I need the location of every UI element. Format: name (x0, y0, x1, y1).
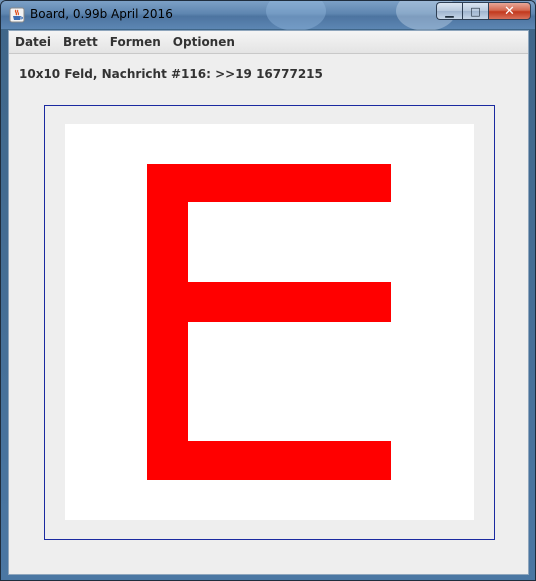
title-bar[interactable]: Board, 0.99b April 2016 ▁ □ ✕ (1, 1, 535, 31)
menu-bar: Datei Brett Formen Optionen (9, 31, 528, 54)
close-button[interactable]: ✕ (488, 2, 531, 20)
status-message: 10x10 Feld, Nachricht #116: >>19 1677721… (19, 67, 323, 81)
java-cup-icon (9, 7, 25, 23)
menu-optionen[interactable]: Optionen (167, 31, 241, 53)
menu-datei[interactable]: Datei (9, 31, 57, 53)
app-window: Board, 0.99b April 2016 ▁ □ ✕ Datei Bret… (0, 0, 536, 581)
window-title: Board, 0.99b April 2016 (30, 7, 173, 21)
menu-formen[interactable]: Formen (104, 31, 167, 53)
board-frame (44, 105, 495, 540)
window-controls: ▁ □ ✕ (436, 2, 531, 21)
maximize-icon: □ (470, 4, 481, 18)
titlebar-glow (266, 1, 326, 31)
menu-brett[interactable]: Brett (57, 31, 104, 53)
minimize-icon: ▁ (445, 4, 454, 18)
minimize-button[interactable]: ▁ (436, 2, 462, 20)
letter-e-stem (147, 164, 188, 480)
board-canvas[interactable] (65, 124, 474, 520)
close-icon: ✕ (504, 3, 515, 19)
client-area: Datei Brett Formen Optionen 10x10 Feld, … (8, 30, 529, 575)
letter-e-bottom-bar (147, 441, 391, 480)
maximize-button[interactable]: □ (462, 2, 488, 20)
letter-e-middle-bar (147, 282, 391, 322)
letter-e-top-bar (147, 164, 391, 202)
